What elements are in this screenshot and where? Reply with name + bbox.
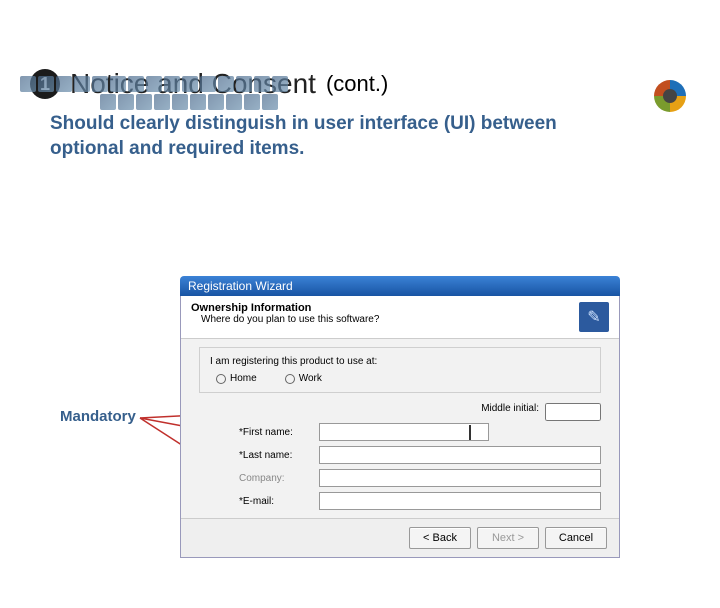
group-label: I am registering this product to use at: (210, 356, 590, 367)
first-name-label: *First name: (239, 427, 311, 438)
heading-title: Notice and Consent (70, 68, 316, 100)
company-input[interactable] (319, 469, 601, 487)
registration-dialog: Registration Wizard Ownership Informatio… (180, 276, 620, 558)
mandatory-annotation: Mandatory (60, 408, 136, 425)
radio-work[interactable]: Work (285, 373, 322, 384)
radio-work-label: Work (299, 373, 322, 384)
last-name-label: *Last name: (239, 450, 311, 461)
banner-title: Ownership Information (191, 302, 379, 314)
usage-location-group: I am registering this product to use at:… (199, 347, 601, 393)
radio-home-label: Home (230, 373, 257, 384)
next-button[interactable]: Next > (477, 527, 539, 549)
step-number-badge: 1 (30, 69, 60, 99)
middle-initial-label: Middle initial: (481, 403, 539, 421)
last-name-input[interactable] (319, 446, 601, 464)
back-button[interactable]: < Back (409, 527, 471, 549)
text-cursor-icon (469, 425, 471, 440)
email-input[interactable] (319, 492, 601, 510)
dialog-titlebar: Registration Wizard (180, 276, 620, 296)
first-name-input[interactable] (319, 423, 489, 441)
radio-home[interactable]: Home (216, 373, 257, 384)
slide-heading: 1 Notice and Consent (cont.) (30, 68, 720, 100)
banner-subtitle: Where do you plan to use this software? (201, 314, 379, 325)
banner-icon: ✎ (579, 302, 609, 332)
cancel-button[interactable]: Cancel (545, 527, 607, 549)
company-label: Company: (239, 473, 311, 484)
radio-icon (216, 374, 226, 384)
radio-icon (285, 374, 295, 384)
email-label: *E-mail: (239, 496, 311, 507)
heading-continued: (cont.) (326, 71, 388, 97)
middle-initial-input[interactable] (545, 403, 601, 421)
slide-subheading: Should clearly distinguish in user inter… (50, 112, 610, 161)
dialog-banner: Ownership Information Where do you plan … (181, 296, 619, 339)
